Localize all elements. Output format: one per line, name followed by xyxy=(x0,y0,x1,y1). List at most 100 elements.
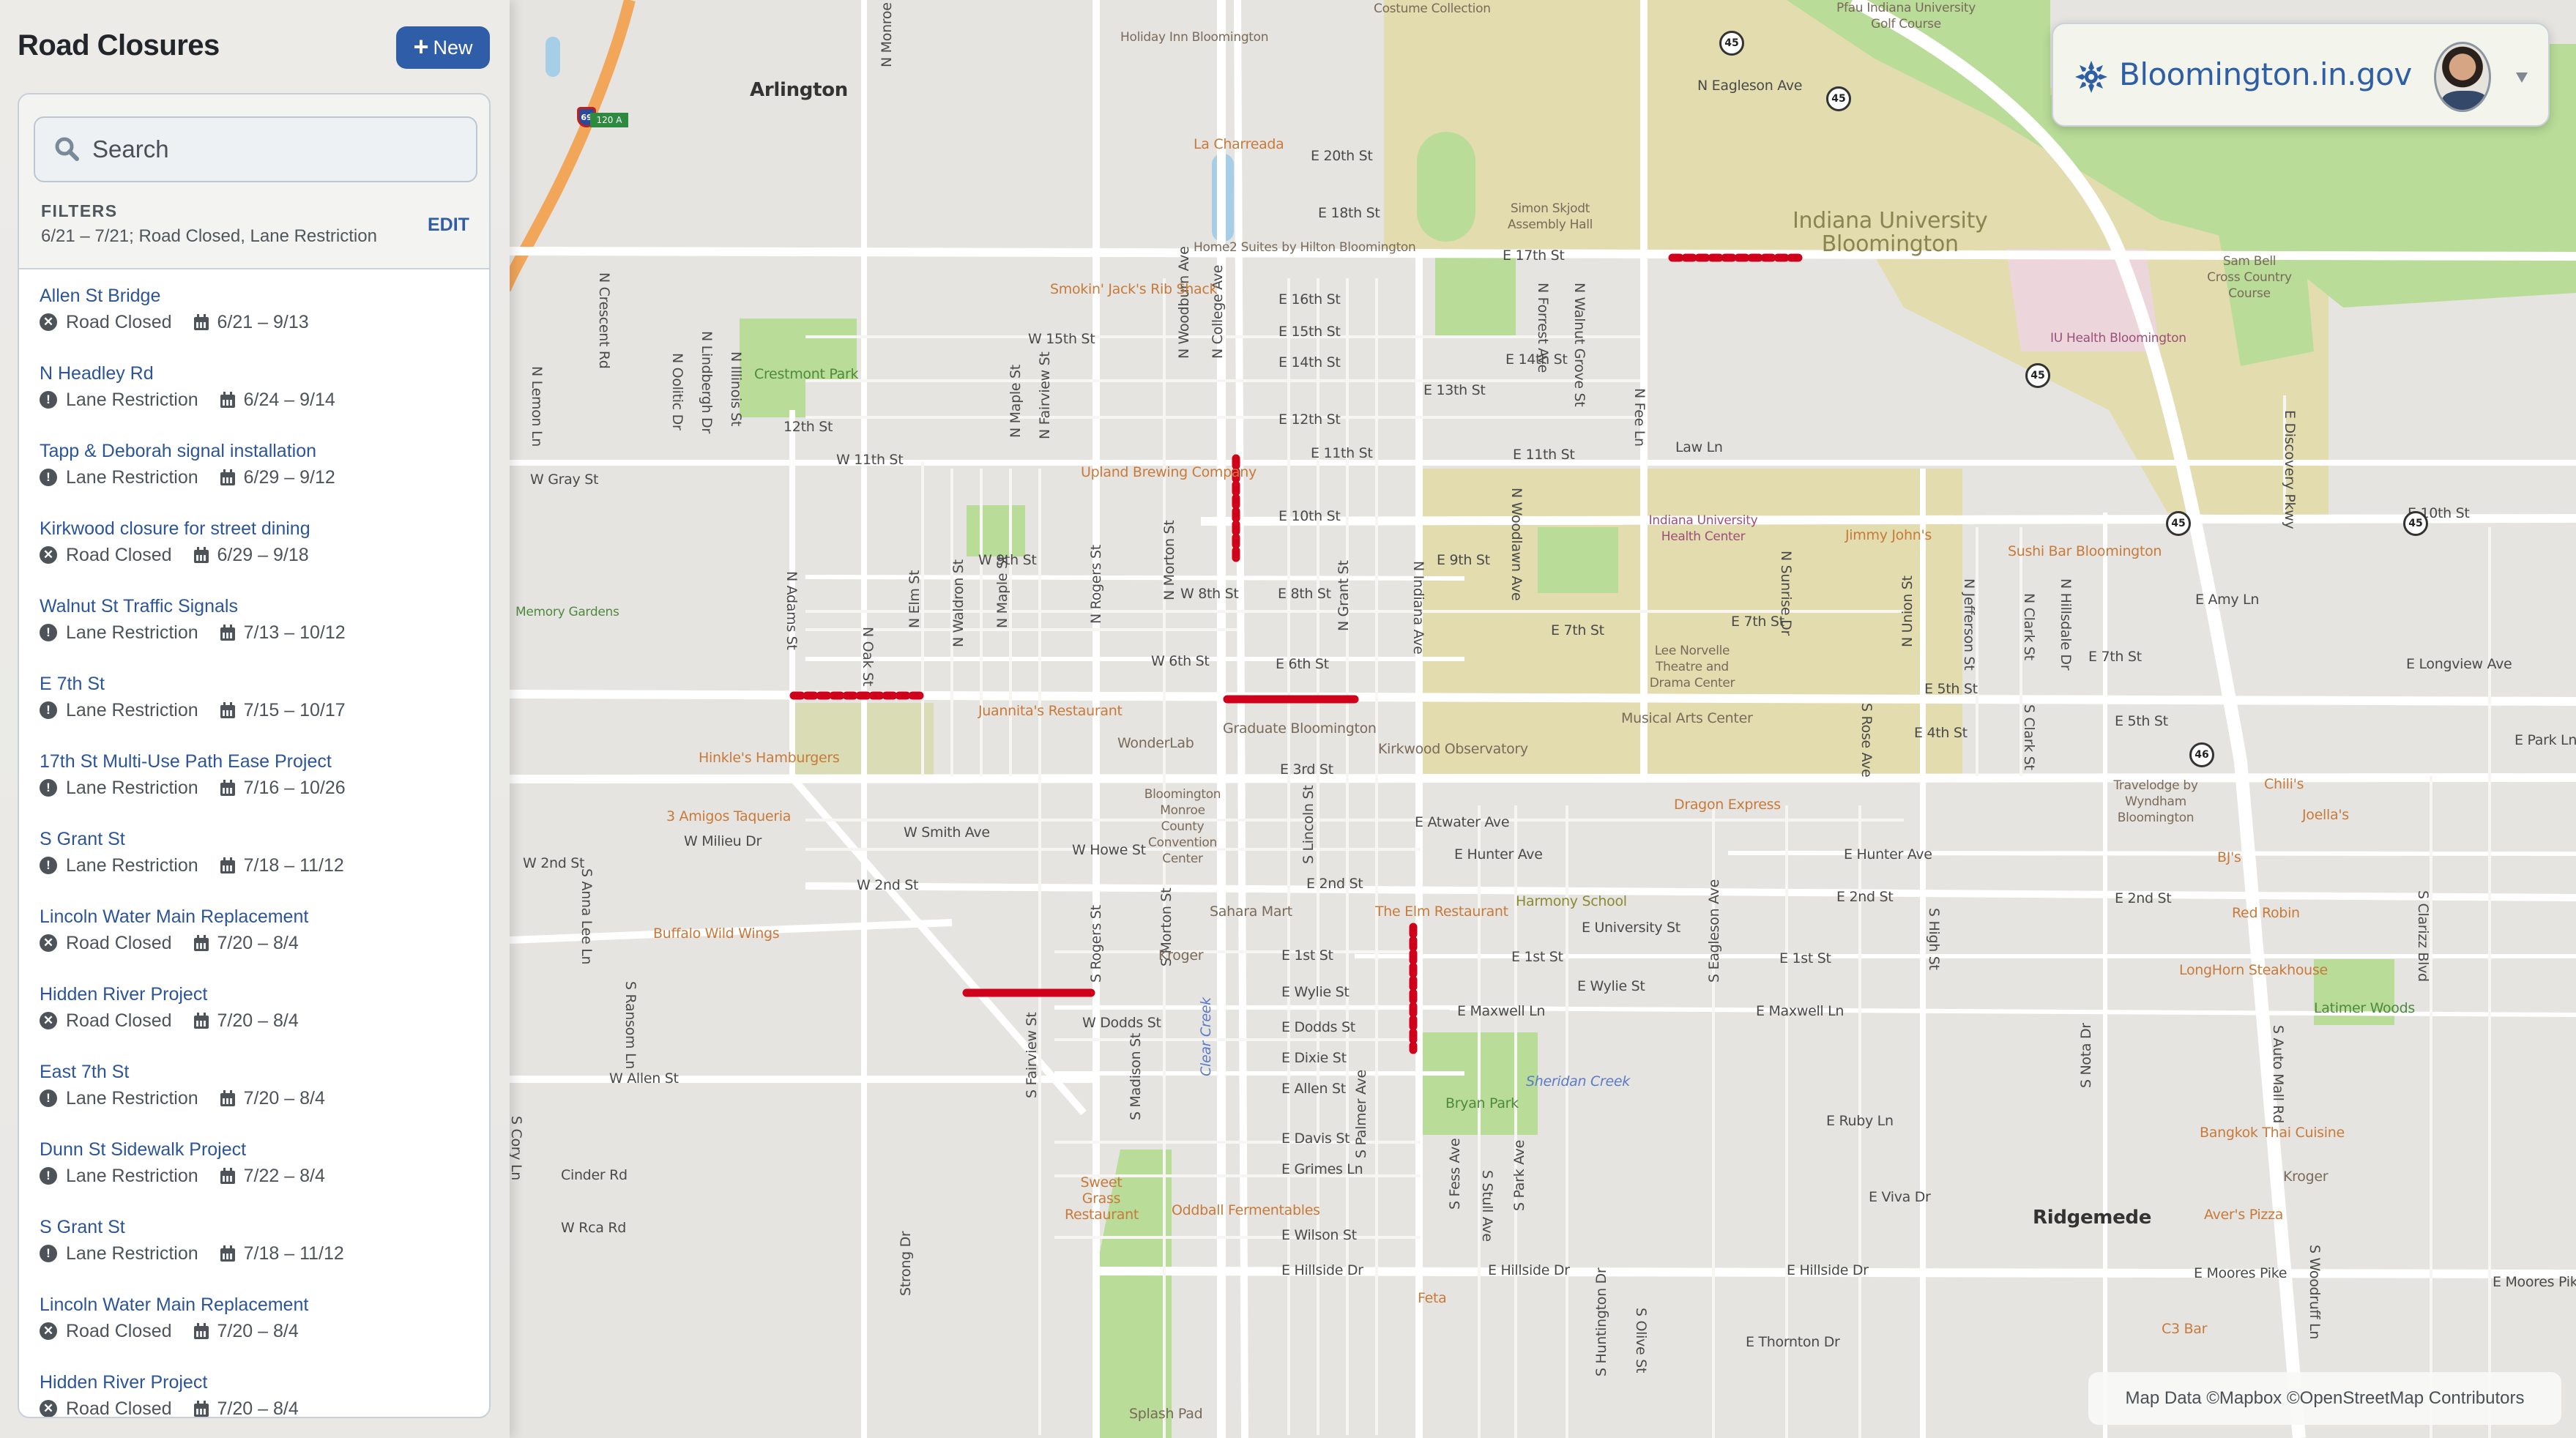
closures-panel: FILTERS 6/21 – 7/21; Road Closed, Lane R… xyxy=(18,93,491,1418)
street-label: E 15th St xyxy=(1278,324,1341,340)
poi-label-assembly-hall: Simon Skjodt Assembly Hall xyxy=(1507,201,1593,232)
poi-label-convention-center: Bloomington Monroe County Convention Cen… xyxy=(1144,787,1221,866)
closure-title[interactable]: Hidden River Project xyxy=(40,1356,489,1396)
search-input[interactable] xyxy=(92,135,458,163)
street-label: E 5th St xyxy=(1924,681,1978,697)
stadium xyxy=(1417,132,1475,242)
calendar-icon xyxy=(220,780,235,796)
street-label: S Fess Ave xyxy=(1447,1138,1463,1210)
street-label: N Eagleson Ave xyxy=(1697,78,1803,94)
poi-label-avers-pizza: Aver's Pizza xyxy=(2204,1207,2284,1223)
closure-list-item[interactable]: S Grant St! Lane Restriction 7/18 – 11/12 xyxy=(19,813,489,890)
search-field[interactable] xyxy=(34,116,477,182)
street-label: S Rose Ave xyxy=(1858,703,1875,778)
closure-title[interactable]: East 7th St xyxy=(40,1046,489,1085)
closure-list-item[interactable]: Hidden River Project ✕ Road Closed 7/20 – 8… xyxy=(19,1356,489,1417)
poi-label-bangkok-thai: Bangkok Thai Cuisine xyxy=(2200,1125,2345,1141)
closure-list-item[interactable]: Hidden River Project ✕ Road Closed 7/20 – 8… xyxy=(19,968,489,1046)
calendar-icon xyxy=(193,1401,209,1417)
closure-title[interactable]: Tapp & Deborah signal installation xyxy=(40,425,489,464)
closures-list[interactable]: Allen St Bridge ✕ Road Closed 6/21 – 9/13 N … xyxy=(19,268,489,1417)
street-label: S Madison St xyxy=(1128,1033,1144,1120)
calendar-icon xyxy=(193,314,209,330)
closure-title[interactable]: Kirkwood closure for street dining xyxy=(40,502,489,542)
chevron-down-icon[interactable] xyxy=(2516,72,2528,83)
closure-title[interactable]: Allen St Bridge xyxy=(40,269,489,309)
street-label: N Rogers St xyxy=(1088,545,1104,624)
poi-label-sushi-bar: Sushi Bar Bloomington xyxy=(2008,543,2162,559)
street-label: E 6th St xyxy=(1276,656,1329,672)
user-avatar[interactable] xyxy=(2434,42,2491,112)
calendar-icon xyxy=(220,1168,235,1184)
street-label: E 10th St xyxy=(1278,508,1341,524)
place-label-ridgemede: Ridgemede xyxy=(2033,1207,2152,1229)
poi-label-juannitas: Juannita's Restaurant xyxy=(978,703,1123,719)
calendar-icon xyxy=(193,1323,209,1339)
street-label: S Auto Mall Rd xyxy=(2270,1025,2286,1123)
closure-list-item[interactable]: Walnut St Traffic Signals! Lane Restricti… xyxy=(19,580,489,657)
closure-title[interactable]: Lincoln Water Main Replacement xyxy=(40,1278,489,1318)
street-label: E 18th St xyxy=(1318,205,1380,221)
closure-list-item[interactable]: East 7th St! Lane Restriction 7/20 – 8/4 xyxy=(19,1046,489,1123)
closure-status: Lane Restriction xyxy=(66,1087,198,1109)
street-label: E 20th St xyxy=(1311,148,1373,164)
closure-meta: ✕ Road Closed 6/21 – 9/13 xyxy=(40,309,489,335)
closure-list-item[interactable]: 17th St Multi-Use Path Ease Project! Lane… xyxy=(19,735,489,813)
poi-label-kirkwood-observatory: Kirkwood Observatory xyxy=(1378,741,1528,757)
closure-list-item[interactable]: Allen St Bridge ✕ Road Closed 6/21 – 9/13 xyxy=(19,269,489,347)
closure-title[interactable]: Lincoln Water Main Replacement xyxy=(40,890,489,930)
park-fairview xyxy=(967,505,1025,556)
street-label: N Elm St xyxy=(907,570,923,628)
closure-title[interactable]: N Headley Rd xyxy=(40,347,489,387)
closure-title[interactable]: Walnut St Traffic Signals xyxy=(40,580,489,619)
closure-dates: 7/20 – 8/4 xyxy=(217,1010,299,1031)
street-label: E Moores Pike xyxy=(2194,1265,2287,1281)
calendar-icon xyxy=(220,625,235,641)
new-closure-button[interactable]: + New xyxy=(396,26,490,69)
street-label: N Woodburn Ave xyxy=(1176,246,1192,359)
brand-name[interactable]: Bloomington.in.gov xyxy=(2119,56,2412,92)
closure-title[interactable]: Dunn St Sidewalk Project xyxy=(40,1123,489,1163)
closure-title[interactable]: S Grant St xyxy=(40,813,489,852)
exclamation-circle-icon: ! xyxy=(40,1167,57,1185)
closure-title[interactable]: Hidden River Project xyxy=(40,968,489,1007)
closure-list-item[interactable]: Lincoln Water Main Replacement ✕ Road Clos… xyxy=(19,1278,489,1356)
street-label: E Thornton Dr xyxy=(1746,1334,1840,1350)
poi-label-latimer-woods: Latimer Woods xyxy=(2314,1000,2415,1016)
poi-label-upland: Upland Brewing Company xyxy=(1081,464,1257,480)
x-circle-icon: ✕ xyxy=(40,313,57,331)
closure-list-item[interactable]: N Headley Rd! Lane Restriction 6/24 – 9/14 xyxy=(19,347,489,425)
closure-list-item[interactable]: Kirkwood closure for street dining ✕ Road … xyxy=(19,502,489,580)
closure-title[interactable]: S Grant St xyxy=(40,1201,489,1240)
route-45-shield: 45 xyxy=(2166,511,2191,536)
street-label: S Lincoln St xyxy=(1300,785,1317,864)
closure-dates: 6/21 – 9/13 xyxy=(217,311,309,332)
sidebar: Road Closures + New FILTERS 6/21 – 7/21;… xyxy=(0,0,510,1438)
calendar-icon xyxy=(193,547,209,563)
closure-list-item[interactable]: S Grant St! Lane Restriction 7/18 – 11/12 xyxy=(19,1201,489,1278)
street-label: E 5th St xyxy=(2115,713,2168,729)
street-label: W 8th St xyxy=(1180,586,1239,602)
street-label: Cinder Rd xyxy=(561,1167,628,1183)
street-label: E Dodds St xyxy=(1281,1019,1355,1035)
street-label: E Viva Dr xyxy=(1869,1189,1931,1205)
street-label: E Amy Ln xyxy=(2195,592,2260,608)
iu-label-line2: Bloomington xyxy=(1821,231,1959,257)
closure-meta: ! Lane Restriction 7/13 – 10/12 xyxy=(40,619,489,646)
interstate-69 xyxy=(499,0,636,292)
edit-filters-button[interactable]: EDIT xyxy=(428,215,469,236)
closure-title[interactable]: E 7th St xyxy=(40,657,489,697)
exclamation-circle-icon: ! xyxy=(40,624,57,641)
poi-label-sahara-mart: Sahara Mart xyxy=(1210,904,1292,920)
street-label: E 1st St xyxy=(1511,949,1563,965)
closure-list-item[interactable]: E 7th St! Lane Restriction 7/15 – 10/17 xyxy=(19,657,489,735)
street-label: N Fee Ln xyxy=(1631,388,1648,447)
closure-list-item[interactable]: Dunn St Sidewalk Project! Lane Restrictio… xyxy=(19,1123,489,1201)
closure-list-item[interactable]: Tapp & Deborah signal installation! Lane … xyxy=(19,425,489,502)
closure-list-item[interactable]: Lincoln Water Main Replacement ✕ Road Clos… xyxy=(19,890,489,968)
closure-meta: ✕ Road Closed 7/20 – 8/4 xyxy=(40,930,489,956)
route-46-shield: 46 xyxy=(2189,742,2214,767)
map-attribution: Map Data ©Mapbox ©OpenStreetMap Contribu… xyxy=(2088,1372,2561,1425)
closure-title[interactable]: 17th St Multi-Use Path Ease Project xyxy=(40,735,489,775)
exclamation-circle-icon: ! xyxy=(40,1245,57,1262)
